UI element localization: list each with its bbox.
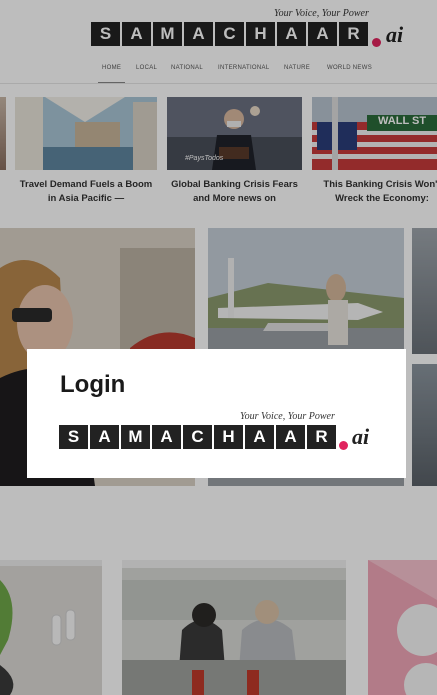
modal-logo: Your Voice, Your Power S A M A C H A A R… <box>59 411 389 451</box>
logo-letter: A <box>245 425 274 449</box>
logo-tagline: Your Voice, Your Power <box>240 411 335 422</box>
logo-letter: A <box>90 425 119 449</box>
modal-backdrop[interactable] <box>0 0 437 695</box>
logo-letter: S <box>59 425 88 449</box>
logo-letter: R <box>307 425 336 449</box>
logo-letter: A <box>276 425 305 449</box>
logo-suffix: ai <box>352 424 370 449</box>
login-modal: Login Your Voice, Your Power S A M A C H… <box>27 349 406 478</box>
logo-letter: A <box>152 425 181 449</box>
logo-letter: M <box>121 425 150 449</box>
logo-dot <box>339 441 348 450</box>
logo-letters: S A M A C H A A R <box>59 425 336 449</box>
logo-letter: H <box>214 425 243 449</box>
logo-letter: C <box>183 425 212 449</box>
modal-title: Login <box>60 371 126 398</box>
